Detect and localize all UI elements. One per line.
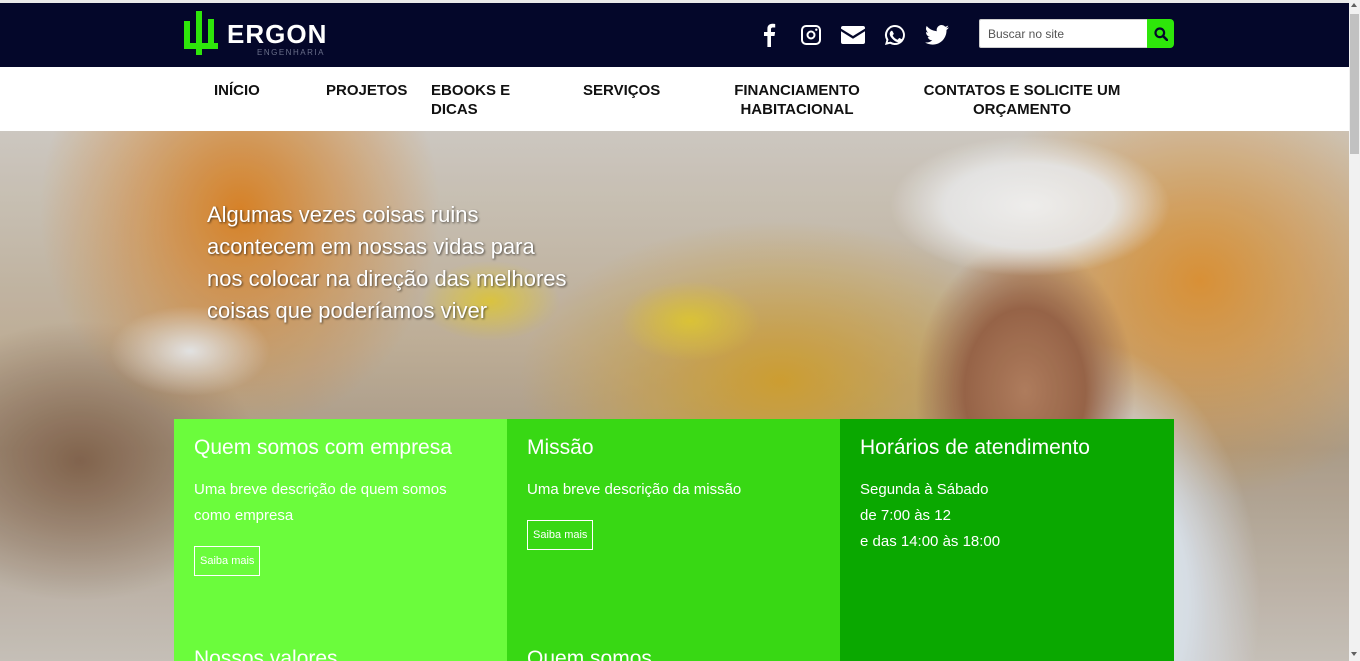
envelope-icon[interactable] bbox=[832, 21, 874, 49]
site-search bbox=[979, 19, 1174, 50]
hours-line: de 7:00 às 12 bbox=[860, 507, 951, 524]
card-text: Uma breve descrição da missão bbox=[527, 481, 742, 498]
nav-item-financiamento[interactable]: FINANCIAMENTO HABITACIONAL bbox=[717, 81, 877, 119]
info-cards: Quem somos com empresa Uma breve descriç… bbox=[174, 419, 1174, 661]
saiba-mais-button[interactable]: Saiba mais bbox=[194, 546, 261, 576]
nav-item-servicos[interactable]: SERVIÇOS bbox=[583, 81, 663, 100]
scroll-down-arrow-icon[interactable] bbox=[1351, 652, 1357, 656]
logo-text: ERGON bbox=[227, 19, 328, 49]
logo-mark-icon bbox=[184, 11, 218, 55]
search-input[interactable] bbox=[979, 19, 1147, 48]
logo-subtext: ENGENHARIA bbox=[257, 48, 325, 57]
card-title-quem-somos: Quem somos bbox=[527, 647, 652, 661]
ergon-logo[interactable]: ERGON ENGENHARIA bbox=[183, 9, 343, 61]
hours-line: Segunda à Sábado bbox=[860, 481, 989, 498]
hero-banner: Algumas vezes coisas ruins acontecem em … bbox=[0, 131, 1349, 661]
instagram-icon[interactable] bbox=[790, 21, 832, 49]
social-links bbox=[748, 21, 958, 49]
top-header-bar: ERGON ENGENHARIA bbox=[0, 0, 1349, 67]
nav-item-ebooks[interactable]: EBOOKS E DICAS bbox=[431, 81, 561, 119]
search-icon bbox=[1153, 26, 1168, 41]
nav-item-inicio[interactable]: INÍCIO bbox=[214, 81, 262, 100]
main-navigation: INÍCIO PROJETOS EBOOKS E DICAS SERVIÇOS … bbox=[0, 67, 1349, 131]
card-title: Quem somos com empresa bbox=[194, 436, 452, 459]
whatsapp-icon[interactable] bbox=[874, 21, 916, 49]
facebook-icon[interactable] bbox=[748, 21, 790, 49]
card-title: Horários de atendimento bbox=[860, 436, 1090, 459]
card-horarios: Horários de atendimento Segunda à Sábado… bbox=[840, 419, 1174, 661]
search-button[interactable] bbox=[1147, 19, 1174, 48]
nav-item-contatos[interactable]: CONTATOS E SOLICITE UM ORÇAMENTO bbox=[912, 81, 1132, 119]
card-title: Missão bbox=[527, 436, 594, 459]
card-text: Uma breve descrição de quem somos como e… bbox=[194, 481, 447, 524]
scroll-thumb[interactable] bbox=[1350, 14, 1359, 154]
hours-line: e das 14:00 às 18:00 bbox=[860, 533, 1001, 550]
page-scrollbar[interactable] bbox=[1349, 0, 1360, 661]
twitter-icon[interactable] bbox=[916, 21, 958, 49]
nav-item-projetos[interactable]: PROJETOS bbox=[326, 81, 407, 100]
saiba-mais-button[interactable]: Saiba mais bbox=[527, 520, 594, 550]
card-quem-somos-empresa: Quem somos com empresa Uma breve descriç… bbox=[174, 419, 507, 661]
hero-quote: Algumas vezes coisas ruins acontecem em … bbox=[207, 202, 567, 323]
scroll-up-arrow-icon[interactable] bbox=[1351, 3, 1357, 7]
card-title-nossos-valores: Nossos valores bbox=[194, 647, 338, 661]
card-missao: Missão Uma breve descrição da missão Sai… bbox=[507, 419, 840, 661]
